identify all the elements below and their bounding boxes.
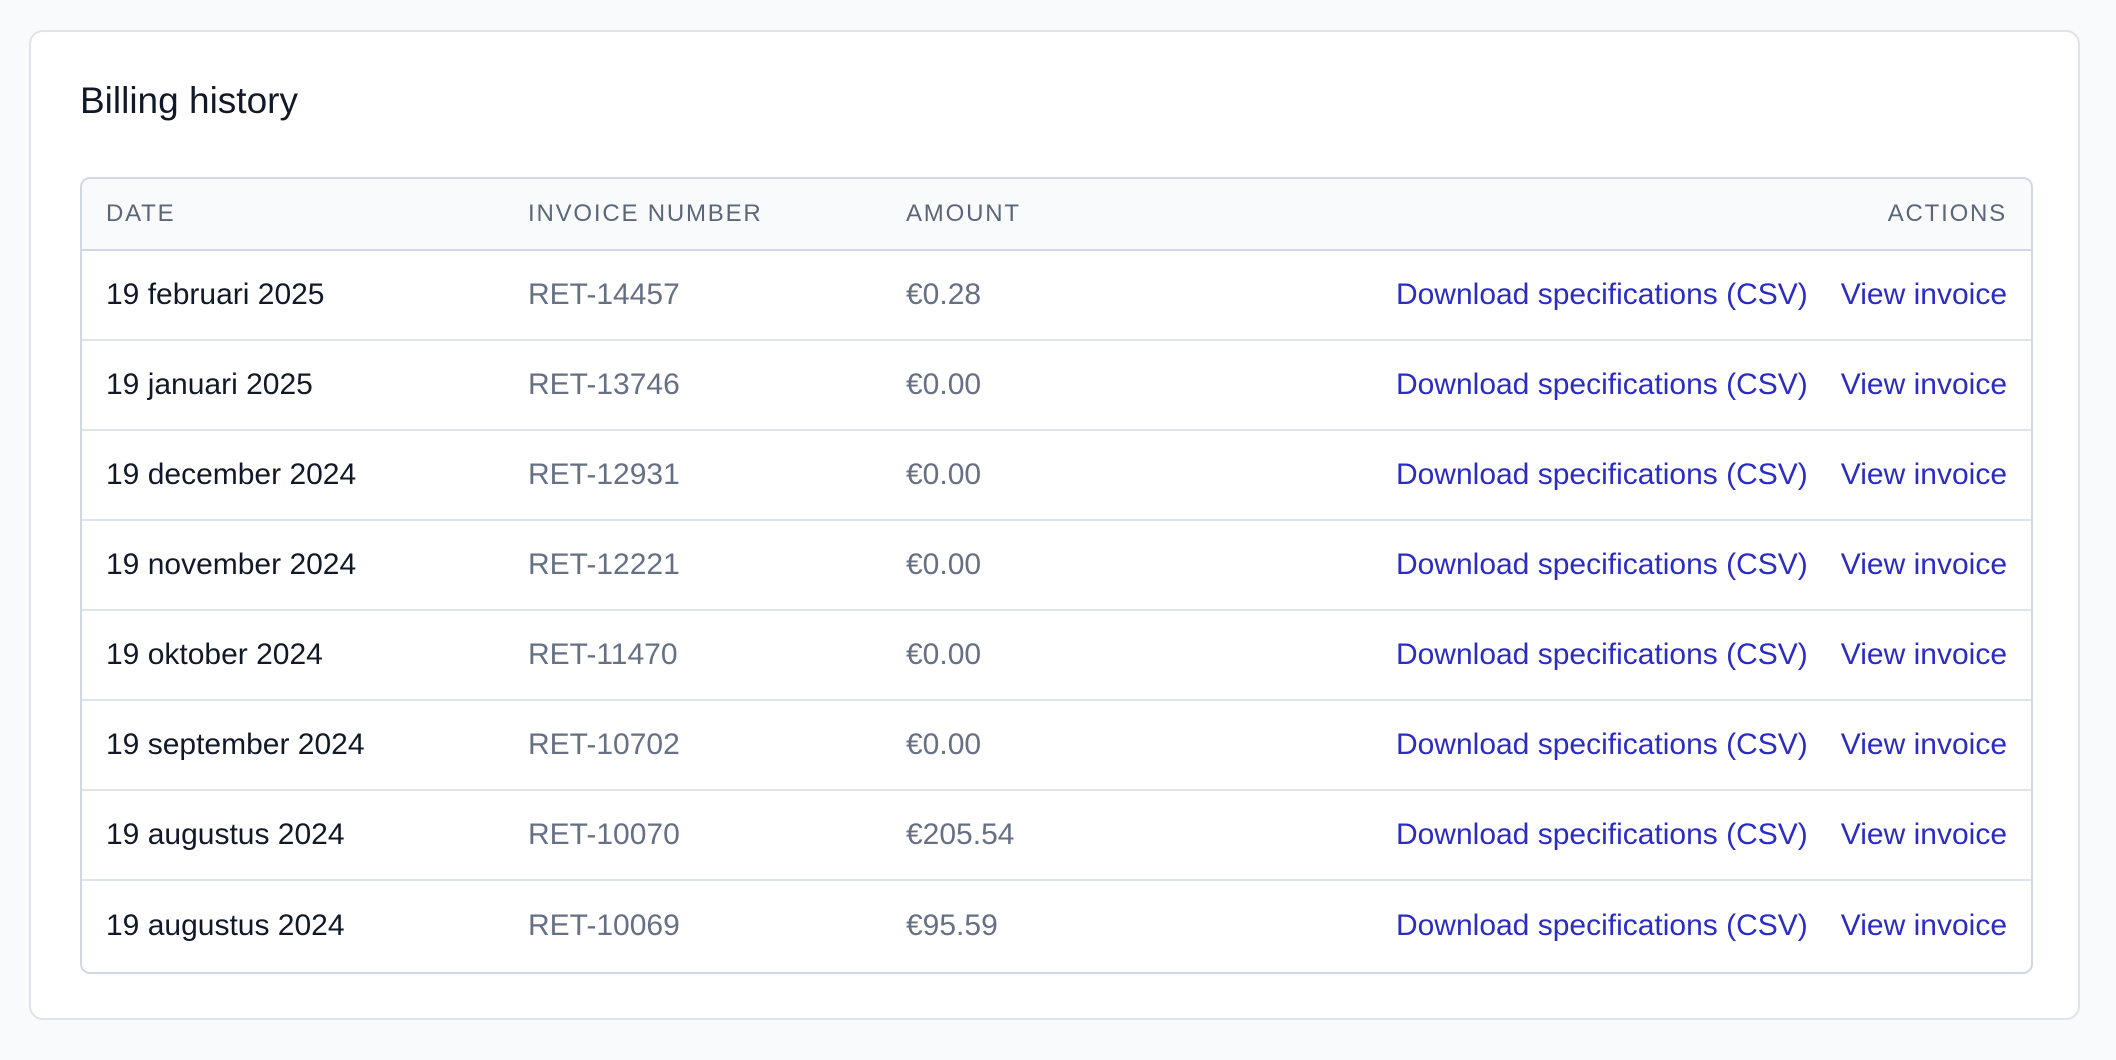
view-invoice-link[interactable]: View invoice: [1841, 909, 2007, 943]
view-invoice-link[interactable]: View invoice: [1841, 458, 2007, 492]
cell-invoice-number: RET-12931: [528, 458, 680, 491]
row-actions: Download specifications (CSV) View invoi…: [1396, 909, 2007, 943]
view-invoice-link[interactable]: View invoice: [1841, 818, 2007, 852]
table-row: 19 december 2024 RET-12931 €0.00 Downloa…: [82, 431, 2031, 521]
cell-date: 19 augustus 2024: [106, 909, 345, 942]
cell-date: 19 november 2024: [106, 548, 357, 581]
view-invoice-link[interactable]: View invoice: [1841, 368, 2007, 402]
billing-table: DATE INVOICE NUMBER AMOUNT ACTIONS 19 fe…: [80, 177, 2033, 974]
table-row: 19 januari 2025 RET-13746 €0.00 Download…: [82, 341, 2031, 431]
cell-date: 19 oktober 2024: [106, 638, 323, 671]
download-csv-link[interactable]: Download specifications (CSV): [1396, 368, 1808, 402]
cell-date: 19 februari 2025: [106, 278, 325, 311]
cell-invoice-number: RET-13746: [528, 368, 680, 401]
download-csv-link[interactable]: Download specifications (CSV): [1396, 638, 1808, 672]
cell-amount: €0.28: [906, 278, 982, 311]
cell-amount: €0.00: [906, 548, 982, 581]
cell-amount: €0.00: [906, 728, 982, 761]
cell-amount: €205.54: [906, 818, 1015, 851]
table-row: 19 augustus 2024 RET-10070 €205.54 Downl…: [82, 791, 2031, 881]
cell-amount: €0.00: [906, 458, 982, 491]
cell-date: 19 september 2024: [106, 728, 365, 761]
column-header-date: DATE: [106, 200, 176, 227]
cell-invoice-number: RET-10702: [528, 728, 680, 761]
cell-date: 19 december 2024: [106, 458, 357, 491]
column-header-amount: AMOUNT: [906, 200, 1021, 227]
row-actions: Download specifications (CSV) View invoi…: [1396, 728, 2007, 762]
view-invoice-link[interactable]: View invoice: [1841, 548, 2007, 582]
column-header-invoice-number: INVOICE NUMBER: [528, 200, 763, 227]
cell-amount: €0.00: [906, 638, 982, 671]
row-actions: Download specifications (CSV) View invoi…: [1396, 458, 2007, 492]
view-invoice-link[interactable]: View invoice: [1841, 728, 2007, 762]
download-csv-link[interactable]: Download specifications (CSV): [1396, 548, 1808, 582]
cell-amount: €95.59: [906, 909, 998, 942]
column-header-actions: ACTIONS: [1887, 200, 2007, 227]
row-actions: Download specifications (CSV) View invoi…: [1396, 638, 2007, 672]
download-csv-link[interactable]: Download specifications (CSV): [1396, 458, 1808, 492]
table-row: 19 augustus 2024 RET-10069 €95.59 Downlo…: [82, 881, 2031, 971]
view-invoice-link[interactable]: View invoice: [1841, 278, 2007, 312]
row-actions: Download specifications (CSV) View invoi…: [1396, 548, 2007, 582]
cell-invoice-number: RET-14457: [528, 278, 680, 311]
row-actions: Download specifications (CSV) View invoi…: [1396, 278, 2007, 312]
download-csv-link[interactable]: Download specifications (CSV): [1396, 278, 1808, 312]
cell-amount: €0.00: [906, 368, 982, 401]
cell-invoice-number: RET-10069: [528, 909, 680, 942]
cell-date: 19 augustus 2024: [106, 818, 345, 851]
cell-invoice-number: RET-10070: [528, 818, 680, 851]
table-row: 19 september 2024 RET-10702 €0.00 Downlo…: [82, 701, 2031, 791]
row-actions: Download specifications (CSV) View invoi…: [1396, 368, 2007, 402]
download-csv-link[interactable]: Download specifications (CSV): [1396, 818, 1808, 852]
table-row: 19 november 2024 RET-12221 €0.00 Downloa…: [82, 521, 2031, 611]
card-title: Billing history: [80, 80, 298, 121]
table-header: DATE INVOICE NUMBER AMOUNT ACTIONS: [82, 179, 2031, 251]
cell-invoice-number: RET-12221: [528, 548, 680, 581]
cell-date: 19 januari 2025: [106, 368, 313, 401]
download-csv-link[interactable]: Download specifications (CSV): [1396, 728, 1808, 762]
cell-invoice-number: RET-11470: [528, 638, 678, 671]
view-invoice-link[interactable]: View invoice: [1841, 638, 2007, 672]
table-row: 19 oktober 2024 RET-11470 €0.00 Download…: [82, 611, 2031, 701]
table-row: 19 februari 2025 RET-14457 €0.28 Downloa…: [82, 251, 2031, 341]
row-actions: Download specifications (CSV) View invoi…: [1396, 818, 2007, 852]
download-csv-link[interactable]: Download specifications (CSV): [1396, 909, 1808, 943]
billing-history-card: Billing history DATE INVOICE NUMBER AMOU…: [29, 30, 2080, 1020]
